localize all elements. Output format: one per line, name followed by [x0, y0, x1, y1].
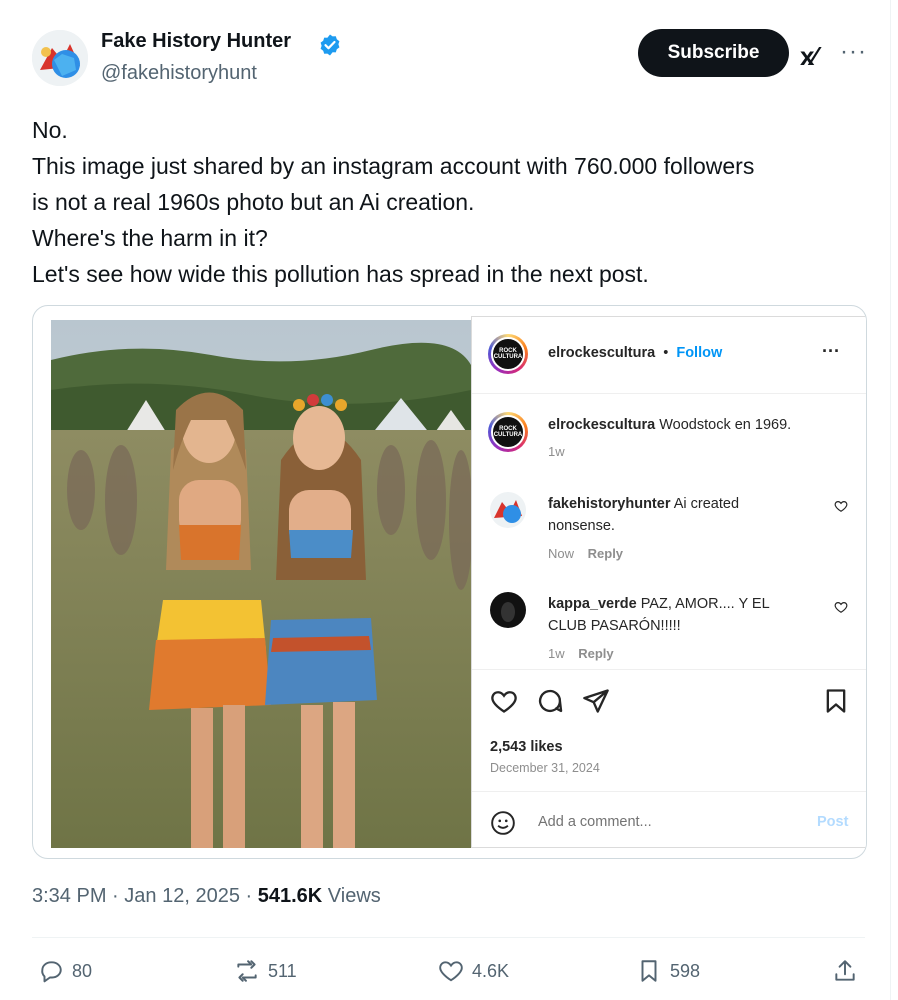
commenter-avatar-icon[interactable] — [490, 492, 526, 528]
follow-button[interactable]: Follow — [676, 345, 722, 361]
comment-time: 1w — [548, 646, 565, 661]
repost-button[interactable]: 511 — [234, 958, 297, 984]
tweet-text: No. This image just shared by an instagr… — [32, 112, 862, 292]
save-icon[interactable] — [822, 687, 850, 720]
reply-icon — [41, 961, 62, 983]
share-upload-icon — [835, 960, 855, 981]
comment-text: PAZ, AMOR.... Y EL — [640, 596, 770, 612]
bookmark-icon — [641, 960, 657, 982]
repost-icon — [237, 960, 257, 982]
ig-account-name[interactable]: elrockescultura — [548, 345, 655, 361]
emoji-icon[interactable] — [490, 810, 516, 841]
views-label: Views — [327, 885, 381, 907]
comment-text: nonsense. — [548, 518, 615, 534]
author-name[interactable]: Fake History Hunter — [101, 30, 291, 53]
repost-count: 511 — [268, 960, 297, 981]
reply-link[interactable]: Reply — [588, 546, 623, 561]
tweet-line: Let's see how wide this pollution has sp… — [32, 261, 649, 287]
caption-user[interactable]: elrockescultura — [548, 417, 655, 433]
comment-text: Ai created — [673, 496, 740, 512]
caption-text: Woodstock en 1969. — [659, 417, 792, 433]
bookmark-button[interactable]: 598 — [636, 958, 700, 984]
heart-icon — [439, 961, 463, 982]
add-comment-input[interactable]: Add a comment... — [538, 814, 652, 830]
comment-user[interactable]: kappa_verde — [548, 596, 637, 612]
account-logo-icon[interactable]: ROCK CULTURA — [488, 334, 528, 374]
separator: · — [245, 885, 253, 907]
comment-user[interactable]: fakehistoryhunter — [548, 496, 670, 512]
caption-avatar-icon[interactable]: ROCK CULTURA — [488, 412, 528, 452]
reply-link[interactable]: Reply — [578, 646, 613, 661]
divider — [32, 937, 865, 938]
comment-icon[interactable] — [536, 687, 564, 720]
post-comment-button[interactable]: Post — [817, 814, 848, 830]
comment-time: Now — [548, 546, 575, 561]
instagram-panel: ROCK CULTURA elrockescultura • Follow ··… — [471, 316, 866, 848]
tweet-line: This image just shared by an instagram a… — [32, 153, 755, 179]
author-handle[interactable]: @fakehistoryhunt — [101, 62, 257, 85]
reply-count: 80 — [72, 960, 93, 981]
comment-like-icon[interactable] — [834, 499, 848, 516]
separator-dot: • — [663, 345, 669, 361]
verified-badge-icon — [318, 33, 342, 57]
tweet-timestamp: 3:34 PM · Jan 12, 2025 · 541.6K Views — [32, 885, 381, 908]
reply-button[interactable]: 80 — [38, 958, 92, 984]
commenter-avatar-icon[interactable] — [490, 592, 526, 628]
ig-more-icon[interactable]: ··· — [822, 341, 840, 362]
author-avatar[interactable] — [32, 30, 88, 86]
like-count: 4.6K — [472, 960, 510, 981]
tweet-time[interactable]: 3:34 PM — [32, 885, 106, 907]
festival-photo[interactable] — [51, 320, 471, 848]
subscribe-button[interactable]: Subscribe — [638, 29, 789, 77]
separator: · — [112, 885, 119, 907]
bookmark-count: 598 — [670, 960, 701, 981]
share-icon[interactable] — [582, 687, 610, 720]
tweet-line: No. — [32, 117, 68, 143]
tweet-line: Where's the harm in it? — [32, 225, 268, 251]
tweet-date[interactable]: Jan 12, 2025 — [124, 885, 240, 907]
comment-like-icon[interactable] — [834, 600, 848, 617]
share-button[interactable] — [832, 958, 858, 984]
like-icon[interactable] — [490, 687, 518, 720]
likes-count[interactable]: 2,543 likes — [490, 739, 563, 755]
like-button[interactable]: 4.6K — [438, 958, 509, 984]
caption-time: 1w — [548, 444, 565, 459]
tweet-line: is not a real 1960s photo but an Ai crea… — [32, 189, 475, 215]
more-options-icon[interactable]: ··· — [840, 38, 867, 66]
comment-text: CLUB PASARÓN!!!!! — [548, 618, 681, 634]
post-date: December 31, 2024 — [490, 761, 600, 775]
embedded-media-card[interactable]: ROCK CULTURA elrockescultura • Follow ··… — [32, 305, 867, 859]
grok-icon[interactable]: x⁄ — [800, 41, 817, 72]
views-count: 541.6K — [257, 885, 323, 907]
